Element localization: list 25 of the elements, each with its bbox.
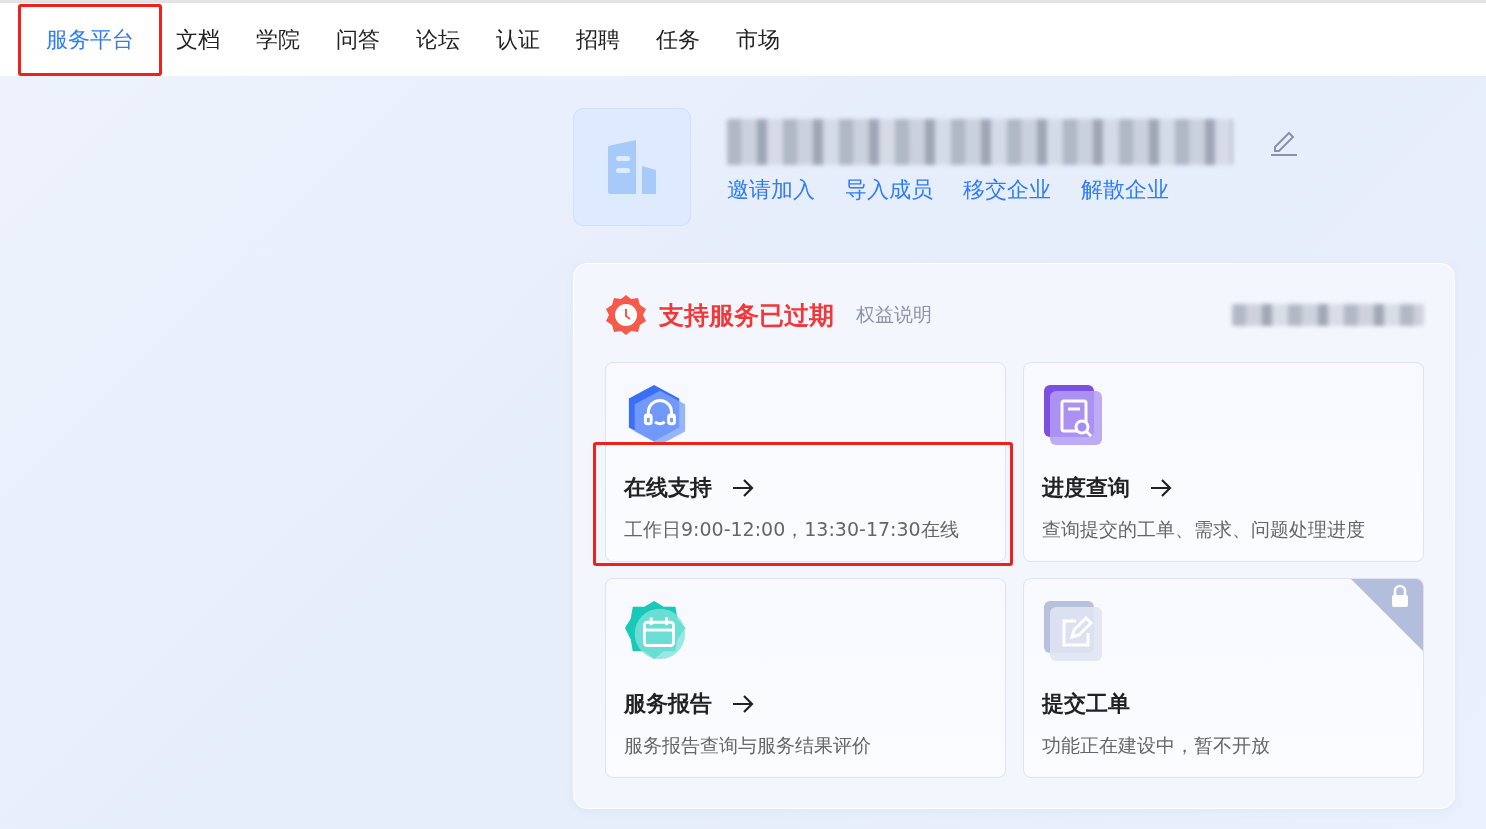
edit-icon (1042, 599, 1104, 663)
card-title: 服务报告 (624, 690, 712, 718)
nav-tab[interactable]: 招聘 (565, 7, 631, 72)
nav-tab[interactable]: 任务 (645, 7, 711, 72)
status-title: 支持服务已过期 (659, 299, 834, 332)
nav-tab[interactable]: 论坛 (405, 7, 471, 72)
nav-tab[interactable]: 市场 (725, 7, 791, 72)
nav-tab[interactable]: 文档 (165, 7, 231, 72)
card-title: 提交工单 (1042, 690, 1130, 718)
nav-tab[interactable]: 学院 (245, 7, 311, 72)
nav-tab[interactable]: 认证 (485, 7, 551, 72)
service-card[interactable]: 进度查询 查询提交的工单、需求、问题处理进度 (1023, 362, 1424, 562)
nav-tab[interactable]: 问答 (325, 7, 391, 72)
building-icon (606, 138, 658, 196)
card-description: 查询提交的工单、需求、问题处理进度 (1042, 517, 1366, 542)
card-description: 服务报告查询与服务结果评价 (624, 733, 872, 758)
card-title: 进度查询 (1042, 474, 1130, 502)
card-description: 功能正在建设中，暂不开放 (1042, 733, 1271, 758)
nav-tab[interactable]: 服务平台 (18, 3, 162, 76)
service-card[interactable]: 在线支持 工作日9:00-12:00，13:30-17:30在线 (605, 362, 1006, 562)
card-description: 工作日9:00-12:00，13:30-17:30在线 (624, 517, 960, 542)
card-title: 在线支持 (624, 474, 712, 502)
service-card[interactable]: 服务报告 服务报告查询与服务结果评价 (605, 578, 1006, 778)
clock-badge-icon (605, 294, 647, 336)
document-search-icon (1042, 383, 1104, 447)
